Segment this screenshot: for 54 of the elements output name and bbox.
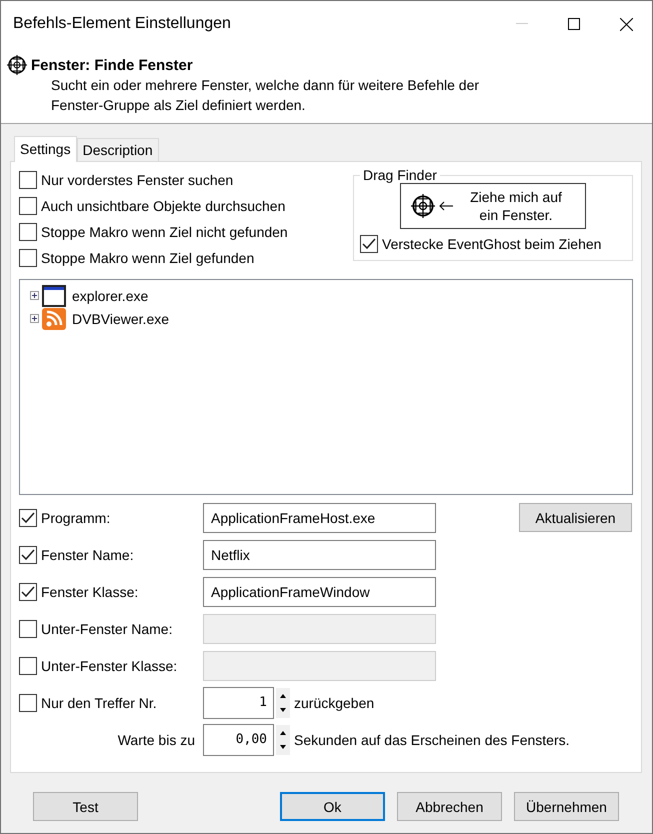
- checkbox-label: Stoppe Makro wenn Ziel nicht gefunden: [41, 224, 288, 240]
- dialog-button[interactable]: Übernehmen: [514, 792, 619, 821]
- group-title: Drag Finder: [362, 167, 438, 183]
- tab[interactable]: Description: [76, 138, 159, 161]
- spin-arrows-icon[interactable]: [276, 688, 290, 718]
- checkbox-label: Unter-Fenster Name:: [41, 620, 172, 636]
- suffix-label: Sekunden auf das Erscheinen des Fensters.: [294, 732, 570, 748]
- number-field[interactable]: 0,00: [203, 724, 274, 756]
- checkbox[interactable]: [19, 546, 37, 564]
- checkbox-label: Unter-Fenster Klasse:: [41, 658, 178, 674]
- close-icon[interactable]: [620, 18, 632, 30]
- checkbox[interactable]: [19, 508, 37, 526]
- refresh-button[interactable]: Aktualisieren: [519, 503, 632, 532]
- spin-arrows-icon[interactable]: [276, 724, 290, 754]
- arrow-icon: [439, 201, 453, 212]
- suffix-label: zurückgeben: [294, 694, 374, 710]
- maximize-icon[interactable]: [568, 18, 580, 30]
- checkbox[interactable]: [19, 171, 37, 189]
- expand-icon[interactable]: [30, 291, 39, 300]
- checkbox-label: Nur vorderstes Fenster suchen: [41, 172, 234, 188]
- expand-icon[interactable]: [30, 314, 39, 323]
- checkbox[interactable]: [19, 223, 37, 241]
- checkbox-label: Auch unsichtbare Objekte durchsuchen: [41, 198, 286, 214]
- drag-finder-button[interactable]: Ziehe mich auf ein Fenster.: [400, 183, 586, 230]
- action-description: Fenster-Gruppe als Ziel definiert werden.: [51, 96, 306, 115]
- window-icon: [42, 284, 66, 306]
- crosshair-icon: [411, 194, 435, 218]
- text-field[interactable]: Netflix: [203, 540, 436, 570]
- window-title: Befehls-Element Einstellungen: [13, 15, 232, 33]
- checkbox-label: Stoppe Makro wenn Ziel gefunden: [41, 250, 254, 266]
- checkbox-label: Programm:: [41, 510, 110, 526]
- checkbox-label: Verstecke EventGhost beim Ziehen: [382, 236, 602, 252]
- checkbox[interactable]: [19, 694, 37, 712]
- feed-icon: [42, 308, 66, 330]
- checkbox[interactable]: [19, 582, 37, 600]
- checkbox-label: Fenster Klasse:: [41, 584, 138, 600]
- crosshair-icon: [7, 55, 27, 75]
- dialog-button[interactable]: Test: [33, 792, 138, 821]
- checkbox[interactable]: [19, 197, 37, 215]
- dialog-button[interactable]: Abbrechen: [397, 792, 502, 821]
- checkbox[interactable]: [360, 234, 378, 253]
- action-title: Fenster: Finde Fenster: [31, 56, 193, 74]
- text-field[interactable]: ApplicationFrameWindow: [203, 576, 436, 606]
- tab[interactable]: Settings: [14, 136, 77, 162]
- field-label: Warte bis zu: [118, 732, 195, 748]
- checkbox[interactable]: [19, 249, 37, 267]
- dialog-button[interactable]: Ok: [280, 792, 385, 821]
- number-field[interactable]: 1: [203, 686, 274, 718]
- tree-item[interactable]: DVBViewer.exe: [30, 307, 622, 330]
- checkbox-label: Nur den Treffer Nr.: [41, 694, 157, 710]
- action-description: Sucht ein oder mehrere Fenster, welche dann für weitere Befehle der: [51, 76, 480, 95]
- checkbox-label: Fenster Name:: [41, 546, 134, 562]
- text-field[interactable]: ApplicationFrameHost.exe: [203, 502, 436, 532]
- tree-item[interactable]: explorer.exe: [30, 284, 622, 307]
